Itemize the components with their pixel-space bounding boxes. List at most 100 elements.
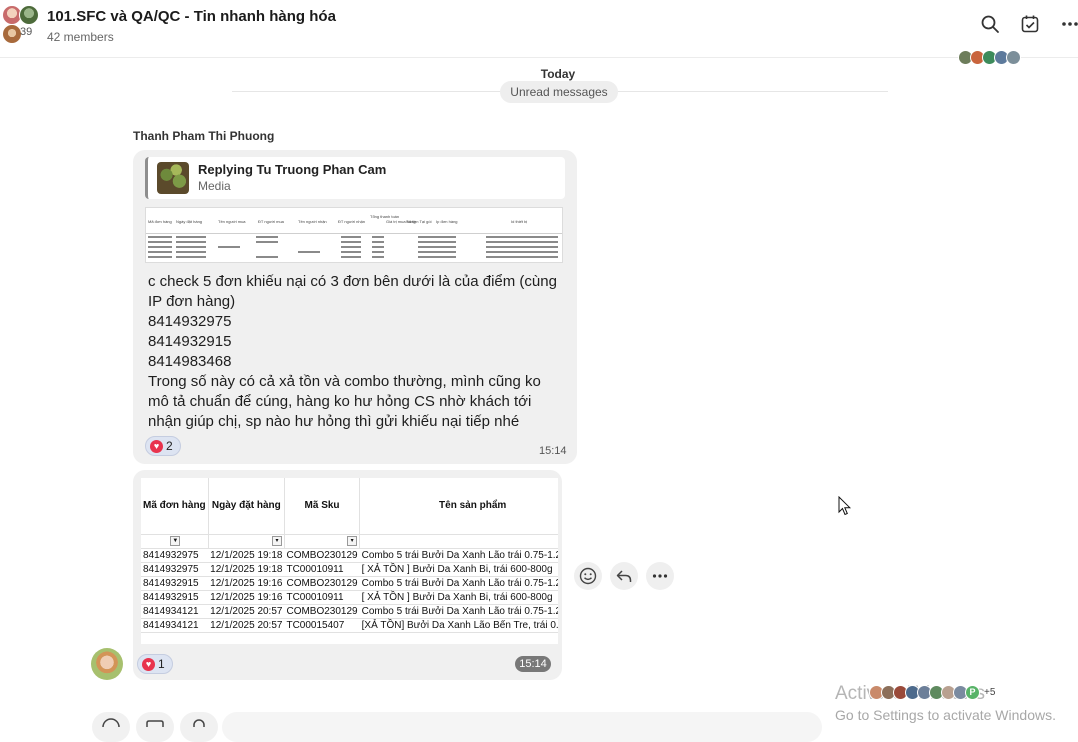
message-line: 8414932915: [148, 333, 232, 350]
table-row: 8414934121 12/1/2025 20:57 COMBO230129 C…: [141, 604, 558, 619]
image-message-bubble[interactable]: Mã đơn hàng Ngày đặt hàng Mã Sku Tên sản…: [133, 470, 562, 680]
filter-dropdown-icon: ▾: [271, 535, 282, 546]
more-options-button[interactable]: [1058, 12, 1078, 36]
spreadsheet-image[interactable]: Mã đơn hàng Ngày đặt hàng Mã Sku Tên sản…: [141, 478, 558, 644]
image-icon: [146, 720, 164, 727]
table-header-row: Mã đơn hàng Ngày đặt hàng Mã Sku Tên sản…: [141, 478, 558, 535]
table-row: 8414932975 12/1/2025 19:18 TC00010911 [ …: [141, 562, 558, 577]
table-cell: COMBO230129: [284, 548, 360, 563]
group-avatar[interactable]: 39: [2, 5, 40, 45]
sheet-header-cell: ĐT người nhận: [338, 219, 366, 224]
heart-reaction[interactable]: ♥ 2: [145, 436, 181, 456]
member-avatar: [2, 24, 22, 44]
table-cell: Combo 5 trái Bưởi Da Xanh Lão trái 0.75-…: [359, 548, 558, 563]
table-row: 8414932915 12/1/2025 19:16 COMBO230129 C…: [141, 576, 558, 591]
activate-windows-subtitle: Go to Settings to activate Windows.: [835, 707, 1056, 723]
unread-marker: Unread messages: [500, 81, 618, 103]
message-time: 15:14: [515, 656, 551, 672]
filter-active-icon: ▼: [170, 535, 181, 546]
table-cell: 12/1/2025 19:18: [208, 562, 285, 577]
reply-preview[interactable]: Replying Tu Truong Phan Cam Media: [145, 157, 565, 199]
table-header-cell: Mã Sku: [284, 478, 361, 535]
message-input[interactable]: [222, 712, 822, 742]
heart-icon: ♥: [150, 439, 163, 453]
sender-name[interactable]: Thanh Pham Thi Phuong: [133, 129, 274, 143]
filter-dropdown-icon: ▾: [347, 535, 358, 546]
member-avatar: [19, 5, 39, 25]
attach-image-button[interactable]: [136, 712, 174, 742]
more-horizontal-icon: [652, 574, 668, 578]
chat-title[interactable]: 101.SFC và QA/QC - Tin nhanh hàng hóa: [47, 8, 336, 25]
mouse-cursor-icon: [838, 496, 852, 516]
table-cell: COMBO230129: [284, 604, 360, 619]
table-cell: 12/1/2025 19:16: [208, 590, 285, 605]
sender-avatar[interactable]: [91, 648, 123, 680]
heart-reaction[interactable]: ♥ 1: [137, 654, 173, 674]
tasks-button[interactable]: [1018, 12, 1042, 36]
table-cell: 8414932975: [141, 548, 209, 563]
sheet-header-cell: Ngày đặt hàng: [176, 219, 203, 224]
table-header-cell: Tên sản phẩm: [359, 478, 558, 535]
chat-header: 39 101.SFC và QA/QC - Tin nhanh hàng hóa…: [0, 0, 1078, 58]
table-cell: [XẢ TỒN] Bưởi Da Xanh Lão Bến Tre, trái …: [359, 618, 558, 633]
sheet-header-cell: Ip đơn hàng: [436, 219, 458, 224]
filter-cell: ▾: [208, 534, 285, 549]
smiley-icon: [579, 567, 597, 585]
table-cell: TC00010911: [284, 590, 360, 605]
member-count[interactable]: 42 members: [47, 30, 114, 44]
avatar-count: 39: [20, 26, 33, 38]
date-label: Today: [540, 67, 576, 81]
message-line: mô tả chuẩn để cúng, hàng ko hư hỏng CS …: [148, 393, 532, 410]
table-cell: COMBO230129: [284, 576, 360, 591]
message-time: 15:14: [539, 445, 567, 457]
sheet-header-cell: Tên người mua: [218, 219, 246, 224]
table-cell: 8414934121: [141, 618, 209, 633]
filter-row: ▼ ▾ ▾ ▾: [141, 534, 558, 549]
reply-type: Media: [198, 179, 231, 193]
reply-thumbnail: [157, 162, 189, 194]
sheet-header-cell: Mã đơn hàng: [148, 219, 172, 224]
reply-title: Replying Tu Truong Phan Cam: [198, 162, 387, 177]
sheet-header-row: Mã đơn hàng Ngày đặt hàng Tên người mua …: [146, 208, 562, 234]
viewer-initial-avatar: P: [965, 684, 980, 700]
table-cell: [ XẢ TỒN ] Bưởi Da Xanh Bi, trái 600-800…: [359, 590, 558, 605]
table-cell: 8414934121: [141, 604, 209, 619]
reaction-count: 1: [158, 657, 165, 671]
attach-file-button[interactable]: [180, 712, 218, 742]
filter-cell: ▼: [141, 534, 209, 549]
table-cell: 12/1/2025 19:16: [208, 576, 285, 591]
message-line: IP đơn hàng): [148, 293, 236, 310]
message-line: c check 5 đơn khiếu nại có 3 đơn bên dướ…: [148, 273, 557, 290]
search-button[interactable]: [978, 12, 1002, 36]
table-cell: Combo 5 trái Bưởi Da Xanh Lão trái 0.75-…: [359, 604, 558, 619]
filter-cell: ▾: [359, 534, 558, 549]
react-button[interactable]: [574, 562, 602, 590]
message-more-button[interactable]: [646, 562, 674, 590]
read-receipts-top[interactable]: [958, 50, 1021, 66]
order-table: Mã đơn hàng Ngày đặt hàng Mã Sku Tên sản…: [141, 478, 558, 633]
task-check-icon: [1021, 15, 1039, 33]
sheet-rows-graphic: [148, 236, 558, 258]
table-cell: Combo 5 trái Bưởi Da Xanh Lão trái 0.75-…: [359, 576, 558, 591]
table-cell: 8414932975: [141, 562, 209, 577]
heart-icon: ♥: [142, 657, 155, 671]
message-bubble[interactable]: Replying Tu Truong Phan Cam Media Mã đơn…: [133, 150, 577, 464]
sheet-header-cell: Số tiền Tại gói: [406, 219, 432, 224]
table-header-cell: Mã đơn hàng: [141, 478, 209, 535]
sheet-header-cell: Id thiết bị: [511, 219, 528, 224]
viewer-avatar: [1006, 50, 1021, 65]
message-line: nhận giúp chị, sp nào hư hỏng thì gửi kh…: [148, 413, 520, 430]
reply-button[interactable]: [610, 562, 638, 590]
viewer-more-count: +5: [984, 686, 996, 698]
spreadsheet-image[interactable]: Mã đơn hàng Ngày đặt hàng Tên người mua …: [145, 207, 563, 263]
table-cell: 12/1/2025 20:57: [208, 618, 285, 633]
table-cell: TC00010911: [284, 562, 360, 577]
table-cell: 8414932915: [141, 590, 209, 605]
emoji-button[interactable]: [92, 712, 130, 742]
read-receipts-bottom[interactable]: P +5: [869, 684, 995, 700]
sheet-header-cell: Tên người nhận: [298, 219, 327, 224]
paperclip-icon: [193, 719, 205, 727]
search-icon: [981, 15, 999, 33]
table-row: 8414934121 12/1/2025 20:57 TC00015407 [X…: [141, 618, 558, 633]
sheet-header-cell: ĐT người mua: [258, 219, 284, 224]
